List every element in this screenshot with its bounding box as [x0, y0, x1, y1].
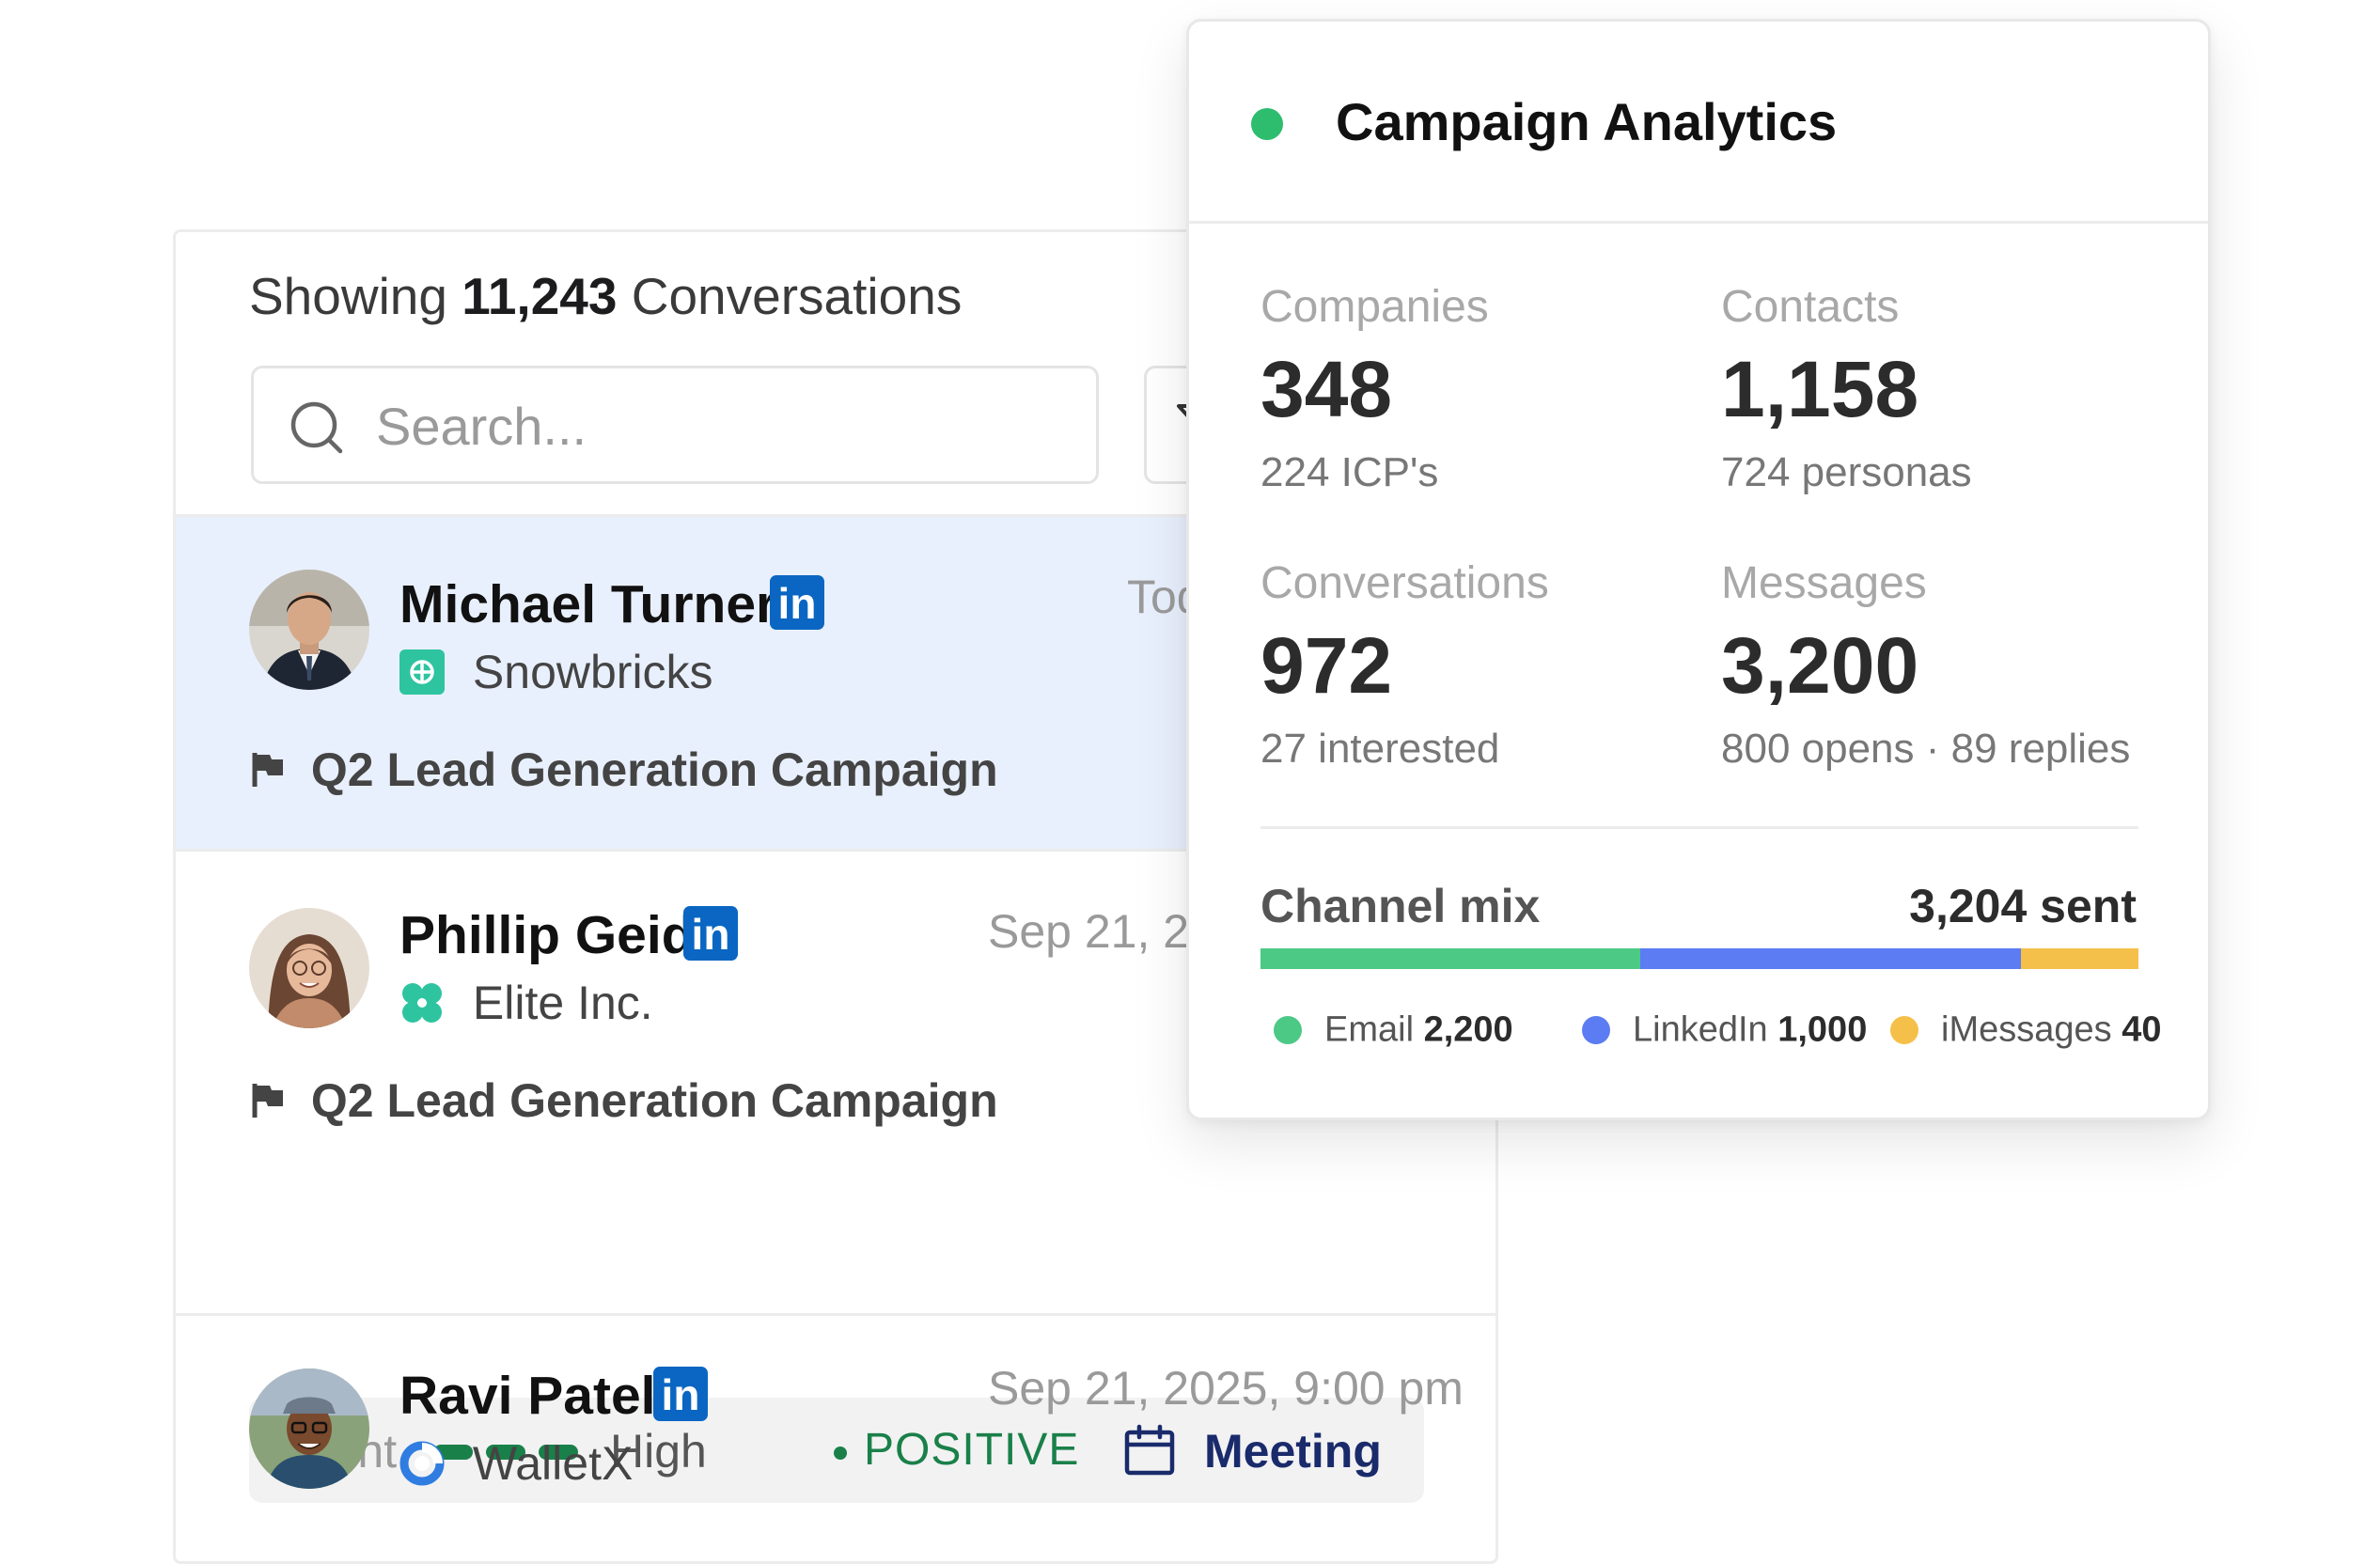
legend-linkedin: LinkedIn 1,000 [1582, 1009, 1867, 1050]
legend-name: LinkedIn [1633, 1009, 1768, 1050]
linkedin-legend-dot [1582, 1015, 1610, 1044]
imessages-legend-dot [1890, 1015, 1918, 1044]
linkedin-icon[interactable]: in [770, 575, 824, 630]
company-name: WalletX [472, 1436, 634, 1490]
analytics-header: Campaign Analytics [1189, 22, 2208, 224]
stat-conversations: Conversations 972 27 interested [1260, 557, 1549, 773]
contact-name[interactable]: Phillip Geidt [399, 904, 712, 966]
conversation-count: 11,243 [462, 267, 618, 325]
conversations-count-header: Showing 11,243 Conversations [249, 266, 962, 326]
contact-name[interactable]: Michael Turner [399, 573, 776, 635]
campaign-name: Q2 Lead Generation Campaign [310, 1073, 998, 1127]
avatar [249, 570, 369, 690]
legend-name: iMessages [1941, 1009, 2112, 1050]
search-icon [290, 401, 343, 454]
company: Elite Inc. [399, 972, 653, 1030]
stat-label: Companies [1260, 282, 1489, 332]
email-segment [1260, 948, 1641, 969]
stat-messages: Messages 3,200 800 opens · 89 replies [1721, 557, 2130, 773]
search-box[interactable] [251, 366, 1099, 484]
campaign: Q2 Lead Generation Campaign [251, 1070, 998, 1128]
channel-mix-bar [1260, 948, 2138, 969]
stat-value: 348 [1260, 345, 1393, 433]
walletx-logo-icon [399, 1441, 445, 1486]
stat-companies: Companies 348 224 ICP's [1260, 281, 1489, 496]
linkedin-icon[interactable]: in [653, 1367, 708, 1421]
stat-sub: 800 opens · 89 replies [1721, 726, 2131, 772]
flag-icon [252, 752, 283, 787]
campaign-analytics-card: Campaign Analytics Companies 348 224 ICP… [1186, 19, 2211, 1120]
stat-sub: 27 interested [1260, 726, 1500, 772]
contact-name[interactable]: Ravi Patel [399, 1365, 655, 1427]
stat-label: Contacts [1721, 282, 1900, 332]
elite-logo-icon [402, 982, 442, 1023]
stat-sub: 724 personas [1721, 449, 1972, 495]
legend-imessages: iMessages 40 [1890, 1009, 2161, 1050]
showing-suffix: Conversations [631, 267, 963, 325]
company-name: Elite Inc. [472, 976, 653, 1029]
conversation-row[interactable]: Ravi Patel in WalletX Sep 21, 2025, 9:00… [176, 1313, 1495, 1561]
email-legend-dot [1274, 1015, 1302, 1044]
stat-label: Messages [1721, 558, 1927, 608]
stat-value: 1,158 [1721, 345, 1919, 433]
status-dot [1251, 108, 1283, 140]
linkedin-segment [1640, 948, 2021, 969]
company: Snowbricks [399, 641, 713, 699]
showing-prefix: Showing [249, 267, 447, 325]
timestamp: Sep 21, 2025, 9:00 pm [988, 1362, 1464, 1415]
avatar [249, 908, 369, 1028]
snowbricks-logo-icon [399, 649, 445, 695]
timestamp: Sep 21, 20 [988, 905, 1215, 958]
campaign-name: Q2 Lead Generation Campaign [310, 743, 998, 796]
stat-value: 3,200 [1721, 621, 1919, 710]
legend-value: 2,200 [1423, 1009, 1513, 1050]
campaign: Q2 Lead Generation Campaign [251, 739, 998, 797]
analytics-title: Campaign Analytics [1336, 92, 1838, 151]
flag-icon [252, 1083, 283, 1118]
channel-mix-total: 3,204 sent [1909, 880, 2137, 932]
avatar [249, 1368, 369, 1489]
imessages-segment [2020, 948, 2138, 969]
stat-sub: 224 ICP's [1260, 449, 1439, 495]
channel-mix-label: Channel mix [1260, 880, 1541, 932]
search-input[interactable] [374, 387, 1036, 464]
legend-name: Email [1324, 1009, 1415, 1050]
legend-value: 40 [2122, 1009, 2162, 1050]
stat-contacts: Contacts 1,158 724 personas [1721, 281, 1972, 496]
legend-value: 1,000 [1777, 1009, 1868, 1050]
company: WalletX [399, 1432, 633, 1491]
linkedin-icon[interactable]: in [683, 906, 738, 961]
legend-email: Email 2,200 [1274, 1009, 1513, 1050]
stat-value: 972 [1260, 621, 1393, 710]
divider [1260, 826, 2138, 829]
company-name: Snowbricks [472, 645, 713, 698]
stat-label: Conversations [1260, 558, 1549, 608]
